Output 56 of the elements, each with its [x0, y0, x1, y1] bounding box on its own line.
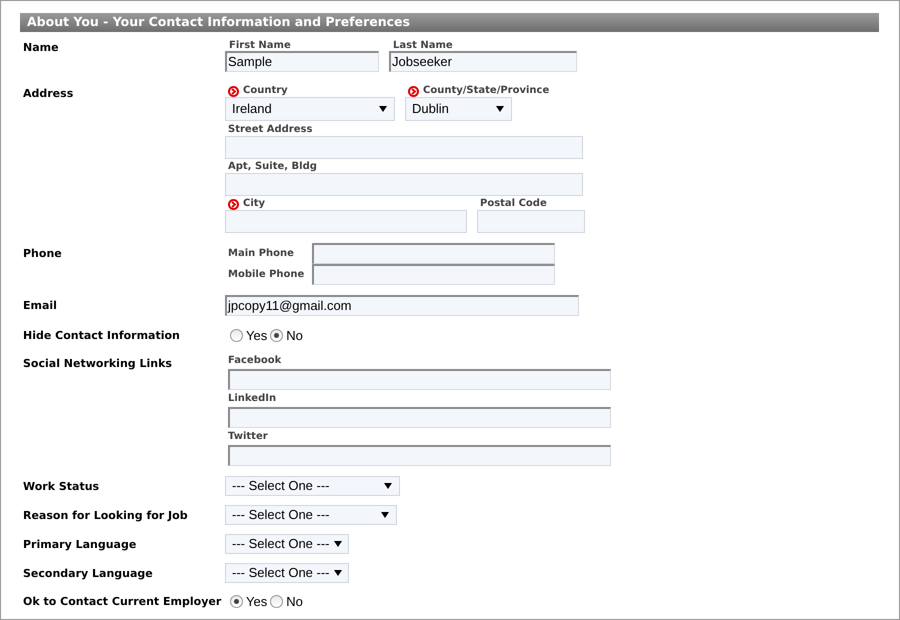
field-label: Country — [243, 85, 288, 97]
row-label: Name — [23, 41, 59, 54]
required-arrow-icon — [408, 86, 419, 96]
required-arrow-icon — [228, 198, 239, 210]
caret-icon — [381, 512, 389, 518]
row-label: Work Status — [23, 480, 100, 493]
radio-button[interactable] — [270, 595, 284, 608]
radio-button[interactable] — [270, 329, 284, 342]
input-field[interactable]: jpcopy11@gmail.com — [225, 295, 579, 316]
field-label: Postal Code — [480, 198, 547, 210]
field-label: Apt, Suite, Bldg — [228, 161, 317, 173]
dropdown[interactable]: Dublin — [405, 97, 512, 121]
dropdown[interactable]: --- Select One --- — [225, 534, 349, 554]
field-label: Twitter — [228, 431, 268, 443]
option-label: No — [286, 594, 303, 609]
field-label: LinkedIn — [228, 393, 276, 405]
input-field[interactable]: Sample — [225, 51, 379, 72]
field-label: County/State/Province — [423, 85, 550, 97]
field-label: Mobile Phone — [227, 268, 306, 280]
input-field[interactable] — [312, 264, 555, 285]
row-label: Reason for Looking for Job — [23, 509, 188, 522]
section-header: About You - Your Contact Information and Preferences — [20, 13, 879, 32]
field-label: Facebook — [228, 355, 282, 367]
input-field[interactable] — [228, 369, 611, 390]
dropdown[interactable]: --- Select One --- — [225, 563, 349, 583]
option-label: Yes — [246, 594, 268, 609]
dropdown[interactable]: --- Select One --- — [225, 505, 397, 525]
field-label: City — [243, 198, 266, 210]
row-label: Social Networking Links — [23, 357, 172, 370]
row-label: Hide Contact Information — [23, 329, 180, 342]
row-label: Secondary Language — [23, 567, 153, 580]
row-label: Email — [23, 299, 57, 312]
field-label: First Name — [229, 40, 291, 52]
field-label: Street Address — [228, 124, 312, 136]
dropdown[interactable]: Ireland — [225, 97, 395, 121]
caret-icon — [379, 106, 387, 112]
row-label: Primary Language — [23, 538, 136, 551]
input-field[interactable]: Jobseeker — [389, 51, 577, 72]
row-label: Ok to Contact Current Employer — [23, 595, 222, 608]
radio-button[interactable] — [230, 595, 243, 608]
option-label: No — [286, 328, 303, 343]
field-label: Last Name — [393, 40, 453, 52]
option-label: Yes — [246, 328, 268, 343]
row-label: Phone — [23, 247, 62, 260]
caret-icon — [334, 541, 342, 547]
required-arrow-icon — [228, 86, 239, 96]
caret-icon — [384, 483, 392, 489]
caret-icon — [334, 570, 342, 576]
row-label: Address — [23, 87, 74, 100]
input-field[interactable] — [228, 445, 611, 466]
dropdown[interactable]: --- Select One --- — [225, 476, 400, 496]
radio-button[interactable] — [230, 329, 243, 342]
field-label: Main Phone — [227, 248, 295, 260]
input-field[interactable] — [312, 243, 555, 264]
input-field[interactable] — [228, 407, 611, 428]
caret-icon — [496, 106, 504, 112]
